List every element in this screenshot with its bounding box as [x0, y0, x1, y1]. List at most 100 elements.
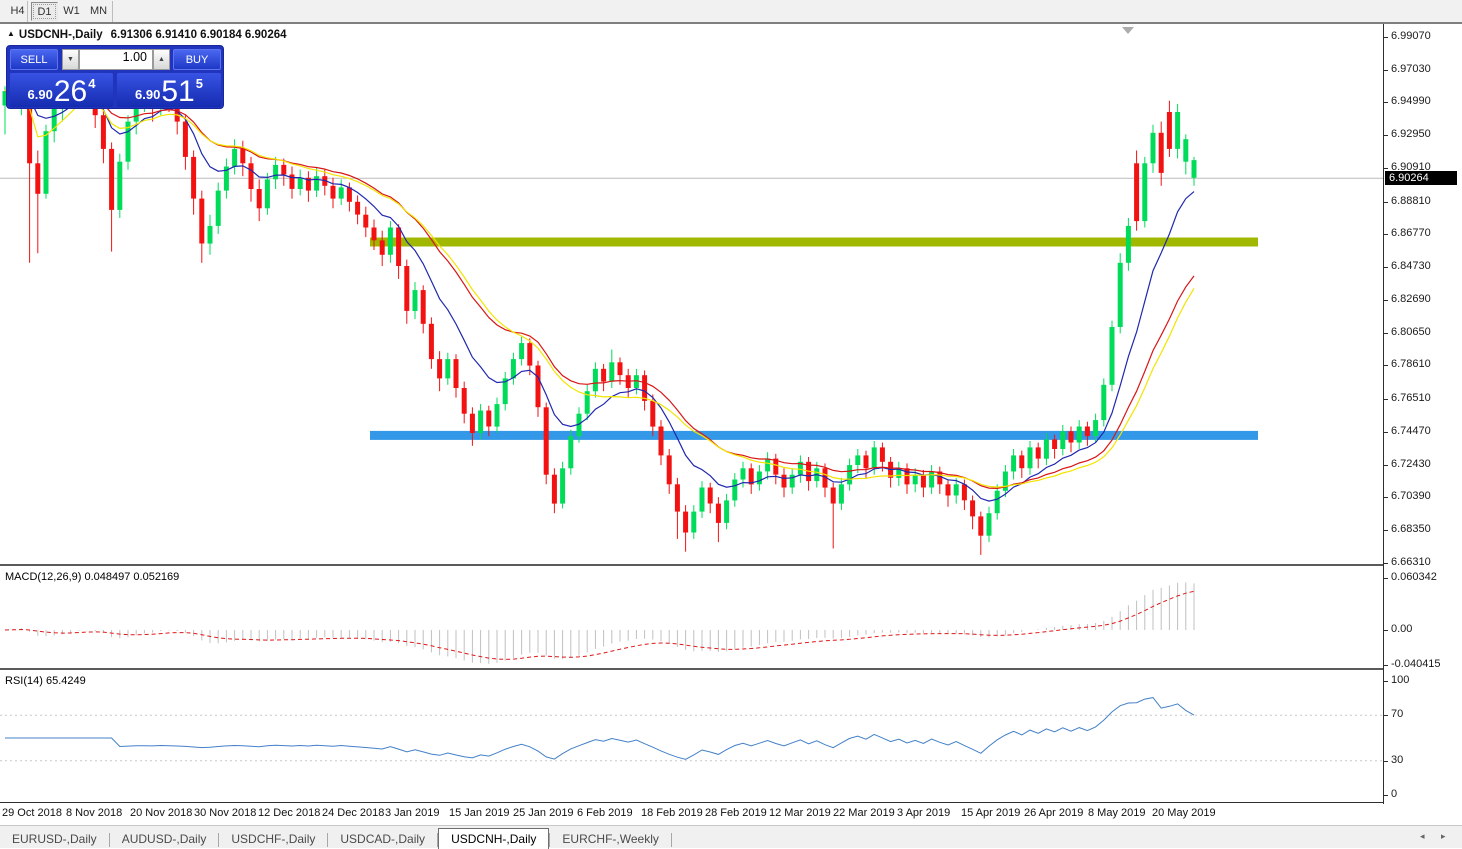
rsi-axis-label: 30 — [1391, 754, 1404, 766]
chart-shift-marker-icon[interactable] — [1122, 27, 1134, 34]
price-axis-label: 6.78610 — [1391, 358, 1431, 370]
main-chart-panel[interactable]: ▲ USDCNH-,Daily 6.91306 6.91410 6.90184 6.… — [0, 24, 1383, 566]
timeframe-toolbar: H4 D1 W1 MN — [0, 0, 1462, 24]
axis-tick — [1384, 70, 1388, 71]
price-axis[interactable]: 6.90264 6.99070 6.97030 6.94990 6.92950 6.90… — [1383, 24, 1462, 804]
price-axis-label: 6.99070 — [1391, 30, 1431, 42]
price-axis-label: 6.97030 — [1391, 63, 1431, 75]
current-price-tag: 6.90264 — [1385, 171, 1457, 185]
macd-label: MACD(12,26,9) 0.048497 0.052169 — [5, 571, 180, 583]
axis-tick — [1384, 761, 1388, 762]
chart-ohlc-values: 6.91306 6.91410 6.90184 6.90264 — [110, 29, 287, 41]
sell-price-pips: 26 — [53, 75, 88, 108]
time-axis-label: 12 Dec 2018 — [258, 807, 321, 819]
symbol-tab-bar: EURUSD-,Daily AUDUSD-,Daily USDCHF-,Daily U… — [0, 825, 1462, 849]
price-axis-label: 6.70390 — [1391, 490, 1431, 502]
timeframe-button-mn[interactable]: MN — [85, 2, 112, 21]
toolbar-separator — [112, 1, 113, 22]
axis-tick — [1384, 563, 1388, 564]
time-axis-label: 25 Jan 2019 — [513, 807, 574, 819]
time-axis-label: 12 Mar 2019 — [769, 807, 831, 819]
time-axis-label: 26 Apr 2019 — [1024, 807, 1084, 819]
sell-price-point: 4 — [88, 76, 96, 91]
timeframe-button-w1[interactable]: W1 — [58, 2, 85, 21]
axis-tick — [1384, 497, 1388, 498]
axis-tick — [1384, 630, 1388, 631]
sell-button[interactable]: SELL — [10, 49, 58, 70]
axis-tick — [1384, 665, 1388, 666]
buy-price-display[interactable]: 6.90 51 5 — [117, 73, 221, 107]
time-axis-label: 8 May 2019 — [1088, 807, 1146, 819]
price-axis-label: 6.74470 — [1391, 425, 1431, 437]
tabs-scroll-left-icon[interactable]: ◂ — [1420, 831, 1425, 842]
axis-tick — [1384, 234, 1388, 235]
chart-symbol-title: USDCNH-,Daily — [18, 29, 103, 41]
axis-tick — [1384, 465, 1388, 466]
symbol-tab-eurchf[interactable]: EURCHF-,Weekly — [550, 829, 670, 849]
rsi-axis-label: 0 — [1391, 788, 1398, 800]
tabs-scroll-right-icon[interactable]: ▸ — [1441, 831, 1446, 842]
buy-price-point: 5 — [195, 76, 203, 91]
sell-price-base: 6.90 — [27, 87, 53, 102]
symbol-tab-usdcnh[interactable]: USDCNH-,Daily — [438, 828, 550, 849]
time-axis-label: 20 Nov 2018 — [130, 807, 193, 819]
price-axis-label: 6.80650 — [1391, 326, 1431, 338]
macd-panel[interactable]: MACD(12,26,9) 0.048497 0.052169 — [0, 568, 1383, 670]
volume-increase-button[interactable]: ▲ — [153, 49, 170, 70]
sell-price-display[interactable]: 6.90 26 4 — [10, 73, 113, 107]
rsi-panel[interactable]: RSI(14) 65.4249 — [0, 672, 1383, 803]
axis-tick — [1384, 267, 1388, 268]
time-axis-label: 8 Nov 2018 — [66, 807, 123, 819]
axis-tick — [1384, 399, 1388, 400]
buy-button[interactable]: BUY — [173, 49, 221, 70]
price-axis-label: 6.92950 — [1391, 128, 1431, 140]
axis-tick — [1384, 102, 1388, 103]
axis-tick — [1384, 432, 1388, 433]
axis-tick — [1384, 135, 1388, 136]
axis-tick — [1384, 530, 1388, 531]
toolbar-separator — [27, 1, 28, 22]
time-axis-label: 29 Oct 2018 — [2, 807, 62, 819]
axis-tick — [1384, 578, 1388, 579]
time-axis-label: 18 Feb 2019 — [641, 807, 703, 819]
time-axis-label: 15 Jan 2019 — [449, 807, 510, 819]
buy-price-base: 6.90 — [135, 87, 161, 102]
one-click-trading-panel: SELL ▼ 1.00 ▲ BUY 6.90 26 4 6.90 51 5 — [6, 45, 224, 109]
time-axis-label: 3 Jan 2019 — [385, 807, 440, 819]
macd-axis-label: 0.00 — [1391, 623, 1413, 635]
axis-tick — [1384, 168, 1388, 169]
price-axis-label: 6.82690 — [1391, 293, 1431, 305]
price-axis-label: 6.68350 — [1391, 523, 1431, 535]
rsi-axis-label: 100 — [1391, 674, 1410, 686]
symbol-tab-usdchf[interactable]: USDCHF-,Daily — [219, 829, 327, 849]
axis-tick — [1384, 333, 1388, 334]
price-axis-label: 6.86770 — [1391, 227, 1431, 239]
volume-input[interactable]: 1.00 — [79, 49, 153, 70]
price-axis-label: 6.76510 — [1391, 392, 1431, 404]
time-axis-label: 3 Apr 2019 — [897, 807, 951, 819]
axis-tick — [1384, 202, 1388, 203]
time-axis[interactable]: 29 Oct 2018 8 Nov 2018 20 Nov 2018 30 Nov 2… — [0, 804, 1383, 825]
macd-axis-label: -0.040415 — [1391, 658, 1441, 670]
axis-tick — [1384, 300, 1388, 301]
timeframe-button-d1[interactable]: D1 — [31, 2, 58, 21]
symbol-tab-audusd[interactable]: AUDUSD-,Daily — [110, 829, 219, 849]
time-axis-label: 6 Feb 2019 — [577, 807, 633, 819]
rsi-label: RSI(14) 65.4249 — [5, 675, 86, 687]
axis-tick — [1384, 715, 1388, 716]
time-axis-label: 15 Apr 2019 — [961, 807, 1021, 819]
symbol-tab-usdcad[interactable]: USDCAD-,Daily — [328, 829, 437, 849]
symbol-tab-eurusd[interactable]: EURUSD-,Daily — [0, 829, 109, 849]
price-axis-label: 6.84730 — [1391, 260, 1431, 272]
collapse-panel-icon[interactable]: ▲ — [7, 29, 15, 38]
price-axis-label: 6.90910 — [1391, 161, 1431, 173]
buy-price-pips: 51 — [161, 75, 195, 108]
price-axis-label: 6.94990 — [1391, 95, 1431, 107]
price-axis-label: 6.66310 — [1391, 556, 1431, 568]
volume-decrease-button[interactable]: ▼ — [62, 49, 79, 70]
rsi-axis-label: 70 — [1391, 708, 1404, 720]
axis-tick — [1384, 681, 1388, 682]
chart-header: ▲ USDCNH-,Daily 6.91306 6.91410 6.90184 6.… — [7, 29, 287, 41]
time-axis-label: 24 Dec 2018 — [322, 807, 385, 819]
time-axis-label: 30 Nov 2018 — [194, 807, 257, 819]
